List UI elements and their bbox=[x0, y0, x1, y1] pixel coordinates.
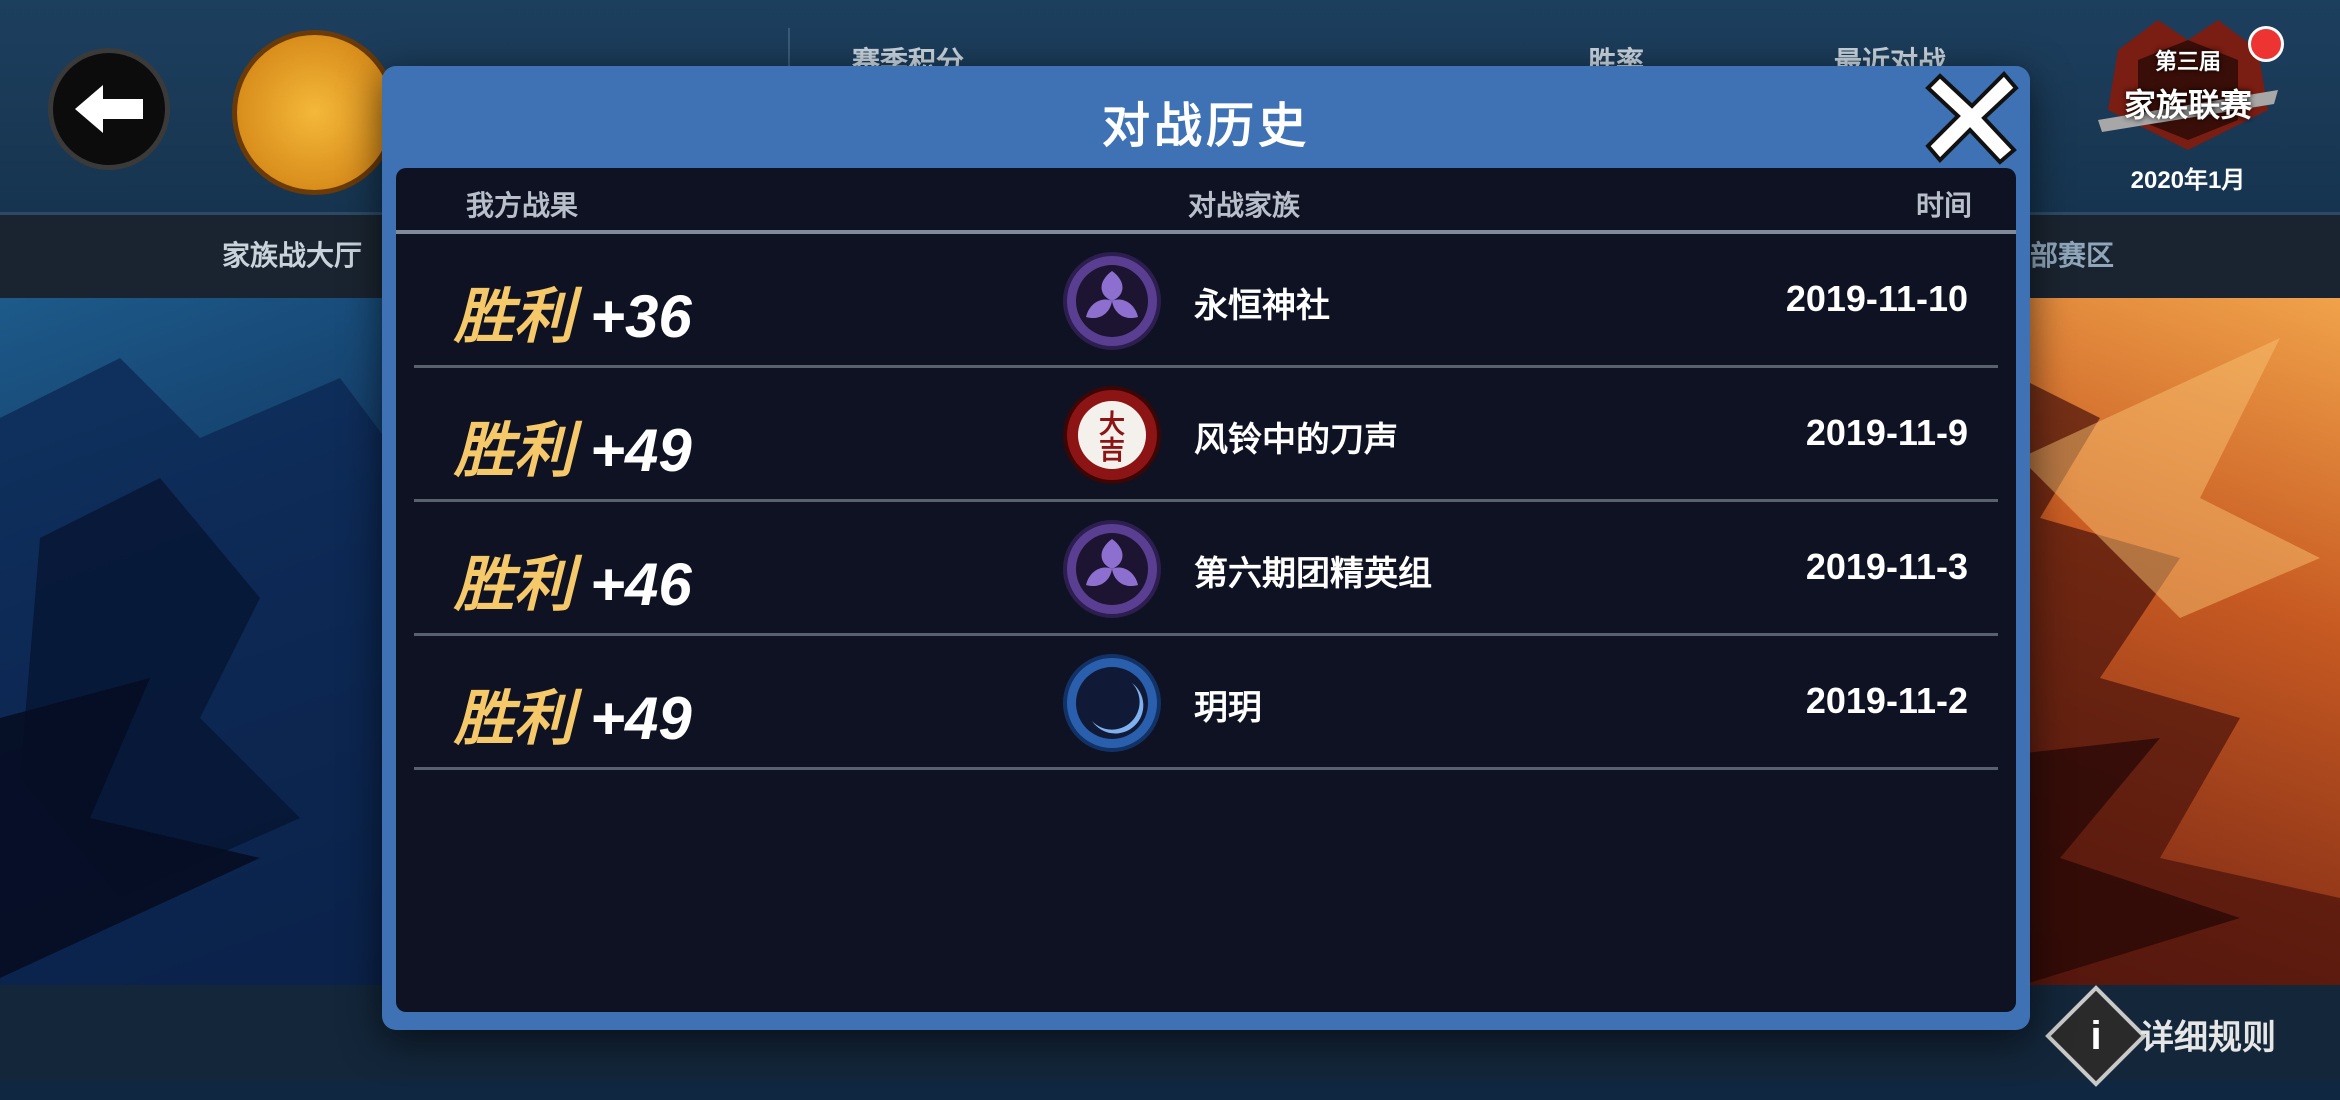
score-change: +49 bbox=[590, 685, 692, 752]
back-arrow-icon bbox=[75, 85, 143, 133]
score-change: +46 bbox=[590, 551, 692, 618]
column-header-result: 我方战果 bbox=[466, 190, 579, 221]
fire-warrior-art bbox=[1980, 338, 2340, 998]
daikichi-bottom-char: 吉 bbox=[1099, 436, 1125, 466]
clan-name: 风铃中的刀声 bbox=[1194, 421, 1398, 459]
battle-history-dialog: 对战历史 我方战果 对战家族 时间 胜利 +36 永恒神社 2019-11-10… bbox=[382, 66, 2030, 1030]
blue-crescent-emblem-icon bbox=[1062, 653, 1162, 753]
daikichi-emblem-icon: 大 吉 bbox=[1062, 385, 1162, 485]
close-icon bbox=[1925, 71, 2019, 165]
result-text: 胜利 +46 bbox=[454, 536, 692, 620]
battle-date: 2019-11-10 bbox=[1785, 278, 1968, 319]
league-title: 家族联赛 bbox=[2123, 87, 2252, 123]
clan-name: 玥玥 bbox=[1194, 689, 1262, 727]
detailed-rules-link[interactable]: 详细规则 bbox=[2140, 1010, 2276, 1059]
shadow-warrior-art bbox=[0, 358, 400, 998]
back-button[interactable] bbox=[48, 48, 170, 170]
battle-date: 2019-11-3 bbox=[1805, 546, 1968, 587]
result-text: 胜利 +36 bbox=[454, 268, 692, 352]
battle-date: 2019-11-2 bbox=[1805, 680, 1968, 721]
result-label: 胜利 bbox=[454, 550, 574, 620]
battle-date: 2019-11-9 bbox=[1805, 412, 1968, 453]
result-label: 胜利 bbox=[454, 416, 574, 486]
column-header-time: 时间 bbox=[1915, 190, 1972, 221]
table-row[interactable]: 胜利 +49 大 吉 风铃中的刀声 2019-11-9 bbox=[396, 368, 2016, 502]
score-change: +49 bbox=[590, 417, 692, 484]
tab-division[interactable]: 部赛区 bbox=[2030, 234, 2114, 274]
row-divider bbox=[414, 767, 1998, 770]
info-icon: i bbox=[2090, 1014, 2102, 1058]
result-text: 胜利 +49 bbox=[454, 670, 692, 754]
history-table: 我方战果 对战家族 时间 胜利 +36 永恒神社 2019-11-10 胜利 +… bbox=[396, 168, 2016, 1012]
scene-art-left bbox=[0, 298, 400, 998]
purple-tomoe-emblem-icon bbox=[1062, 519, 1162, 619]
league-edition: 第三届 bbox=[2154, 49, 2221, 74]
my-clan-emblem-icon[interactable] bbox=[232, 30, 397, 195]
table-row[interactable]: 胜利 +46 第六期团精英组 2019-11-3 bbox=[396, 502, 2016, 636]
table-row[interactable]: 胜利 +36 永恒神社 2019-11-10 bbox=[396, 234, 2016, 368]
close-button[interactable] bbox=[1922, 66, 2022, 166]
dialog-title: 对战历史 bbox=[1101, 100, 1310, 153]
clan-name: 第六期团精英组 bbox=[1194, 555, 1432, 593]
column-header-opponent: 对战家族 bbox=[1188, 190, 1301, 221]
result-label: 胜利 bbox=[454, 684, 574, 754]
league-badge[interactable]: 第三届 家族联赛 2020年1月 bbox=[2098, 20, 2284, 196]
result-text: 胜利 +49 bbox=[454, 402, 692, 486]
purple-tomoe-emblem-icon bbox=[1062, 251, 1162, 351]
clan-name: 永恒神社 bbox=[1194, 287, 1330, 325]
score-change: +36 bbox=[590, 283, 692, 350]
tab-clan-war-hall[interactable]: 家族战大厅 bbox=[222, 234, 362, 274]
result-label: 胜利 bbox=[454, 282, 574, 352]
league-date: 2020年1月 bbox=[2130, 167, 2246, 194]
table-row[interactable]: 胜利 +49 玥玥 2019-11-2 bbox=[396, 636, 2016, 770]
scene-art-right bbox=[1980, 298, 2340, 998]
